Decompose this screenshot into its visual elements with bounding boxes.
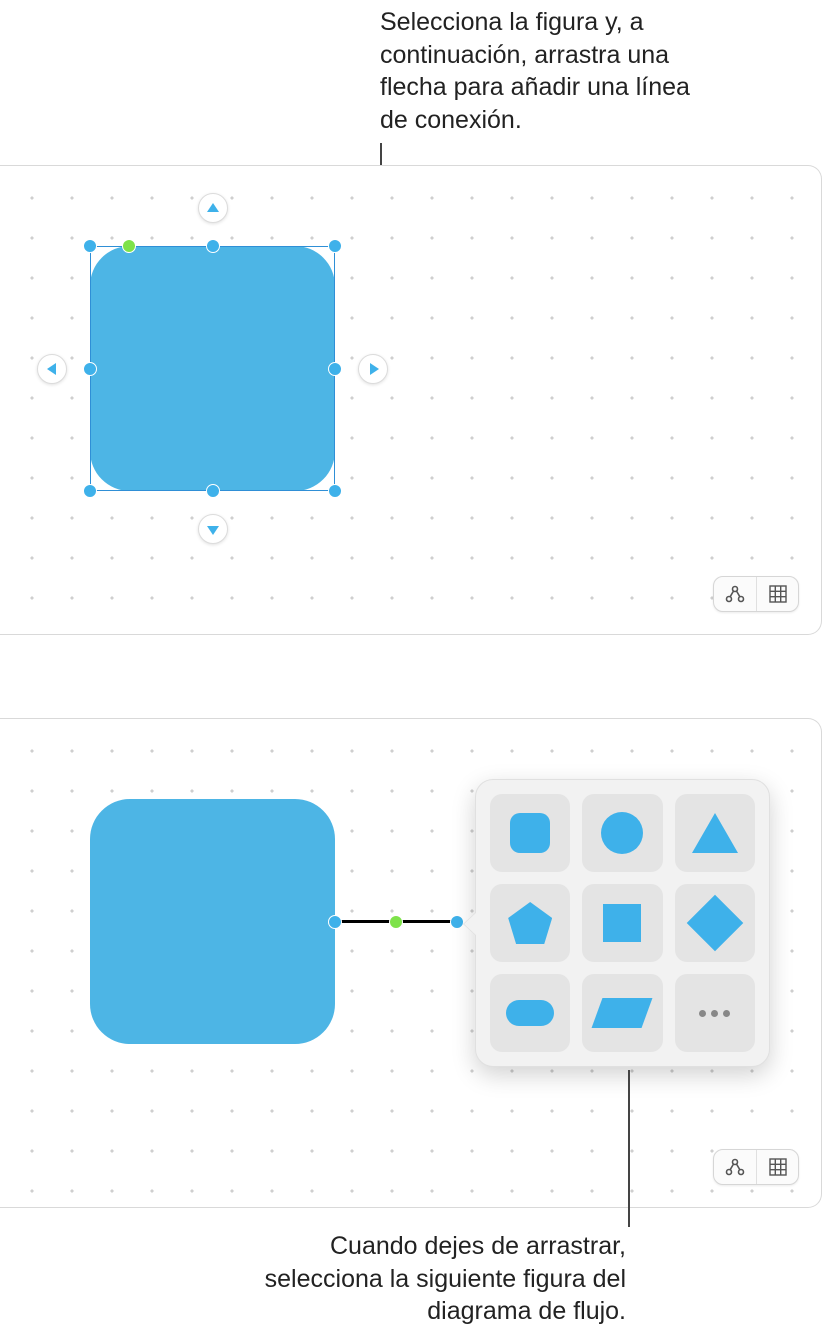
selected-shape[interactable] (90, 246, 335, 491)
arrow-down-icon (207, 526, 219, 535)
resize-handle[interactable] (328, 239, 342, 253)
more-icon (699, 1010, 730, 1017)
resize-handle[interactable] (83, 362, 97, 376)
diagram-icon (725, 1158, 745, 1176)
resize-handle[interactable] (206, 484, 220, 498)
pentagon-icon (508, 902, 552, 944)
capsule-icon (506, 1000, 554, 1026)
rounded-square-shape (90, 246, 335, 491)
resize-handle[interactable] (83, 484, 97, 498)
grid-toggle-button[interactable] (756, 1150, 798, 1184)
shape-option-more[interactable] (675, 974, 755, 1052)
shape-option-circle[interactable] (582, 794, 662, 872)
resize-handle[interactable] (328, 362, 342, 376)
diagram-mode-button[interactable] (714, 1150, 756, 1184)
shape-option-pentagon[interactable] (490, 884, 570, 962)
resize-handle[interactable] (83, 239, 97, 253)
shape-option-parallelogram[interactable] (582, 974, 662, 1052)
grid-toggle-button[interactable] (756, 577, 798, 611)
diamond-icon (687, 895, 744, 952)
connection-arrow-up[interactable] (198, 193, 228, 223)
diagram-icon (725, 585, 745, 603)
grid-icon (769, 585, 787, 603)
shape-option-triangle[interactable] (675, 794, 755, 872)
canvas-panel-2 (0, 718, 822, 1208)
callout-bottom: Cuando dejes de arrastrar, selecciona la… (246, 1230, 626, 1328)
shape-option-rounded-square[interactable] (490, 794, 570, 872)
callout-top: Selecciona la figura y, a continuación, … (380, 6, 700, 136)
callout-leader-bottom (628, 1070, 630, 1227)
line-midpoint[interactable] (389, 915, 403, 929)
arrow-up-icon (207, 203, 219, 212)
corner-radius-handle[interactable] (122, 239, 136, 253)
shape-option-diamond[interactable] (675, 884, 755, 962)
grid-icon (769, 1158, 787, 1176)
connection-arrow-left[interactable] (37, 354, 67, 384)
arrow-left-icon (47, 363, 56, 375)
resize-handle[interactable] (206, 239, 220, 253)
shape-picker-popover (475, 779, 770, 1067)
circle-icon (601, 812, 643, 854)
rounded-square-shape[interactable] (90, 799, 335, 1044)
arrow-right-icon (370, 363, 379, 375)
diagram-mode-button[interactable] (714, 577, 756, 611)
connection-arrow-down[interactable] (198, 514, 228, 544)
canvas-toolbar (713, 576, 799, 612)
rounded-square-icon (510, 813, 550, 853)
line-endpoint[interactable] (328, 915, 342, 929)
canvas-panel-1 (0, 165, 822, 635)
line-endpoint[interactable] (450, 915, 464, 929)
connection-arrow-right[interactable] (358, 354, 388, 384)
square-icon (603, 904, 641, 942)
triangle-icon (692, 813, 738, 853)
shape-option-square[interactable] (582, 884, 662, 962)
shape-option-capsule[interactable] (490, 974, 570, 1052)
parallelogram-icon (592, 998, 653, 1028)
canvas-toolbar (713, 1149, 799, 1185)
resize-handle[interactable] (328, 484, 342, 498)
